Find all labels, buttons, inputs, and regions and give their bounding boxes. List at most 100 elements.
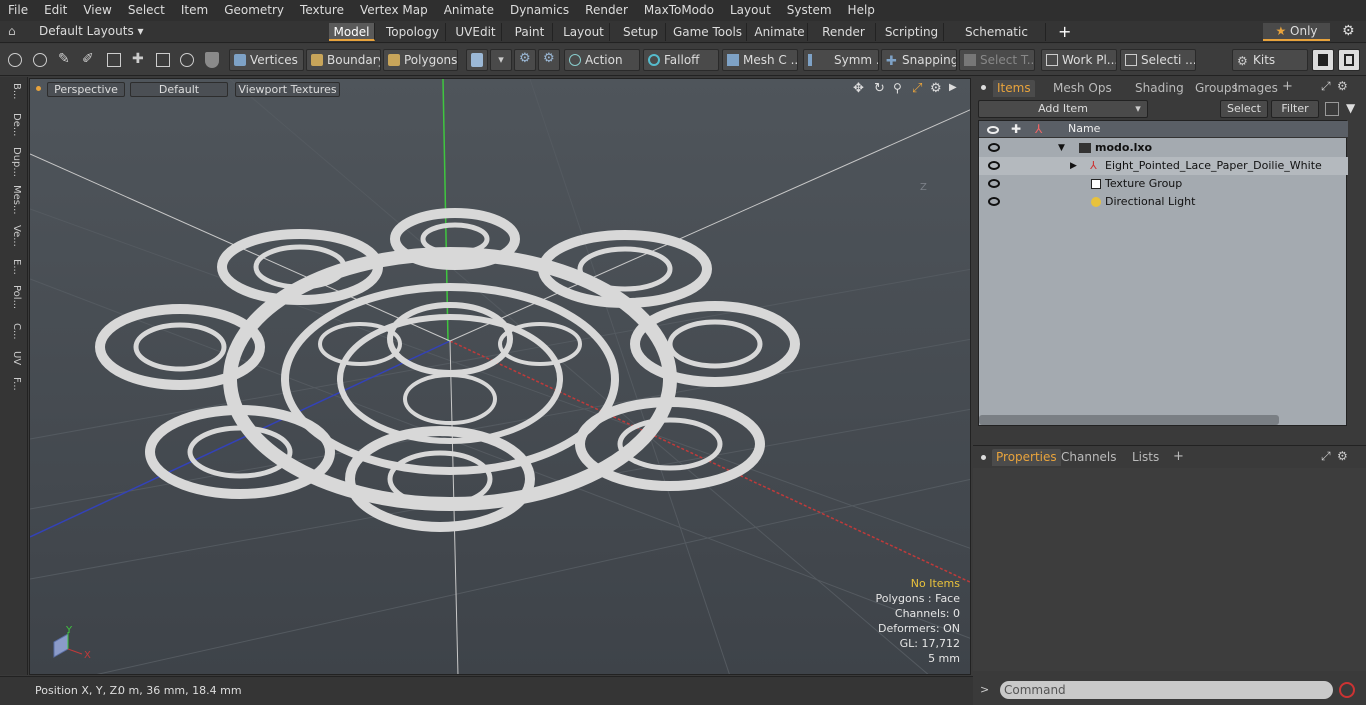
add-tab-button[interactable]: + xyxy=(1058,22,1071,41)
selection-sets-button[interactable]: Selecti ... xyxy=(1120,49,1196,71)
rotate-view-icon[interactable]: ↻ xyxy=(874,81,885,96)
funnel-icon[interactable]: ▼ xyxy=(1346,101,1355,115)
viewport-textures-button[interactable]: Viewport Textures xyxy=(235,82,340,97)
gear-icon[interactable]: ⚙ xyxy=(1342,23,1355,39)
collapse-icon[interactable] xyxy=(1325,102,1339,116)
name-column-header[interactable]: Name xyxy=(1068,122,1100,135)
visibility-eye-icon[interactable] xyxy=(988,179,1000,188)
shield-icon[interactable] xyxy=(205,52,219,68)
snapping-button[interactable]: ✚ Snapping xyxy=(881,49,957,71)
menu-edit[interactable]: Edit xyxy=(36,0,75,21)
boundary-button[interactable]: Boundary xyxy=(306,49,381,71)
menu-help[interactable]: Help xyxy=(840,0,883,21)
work-plane-button[interactable]: Work Pl... xyxy=(1041,49,1117,71)
tab-uvedit[interactable]: UVEdit xyxy=(450,23,502,41)
props-menu-dot[interactable] xyxy=(981,455,986,460)
list-hscrollbar[interactable] xyxy=(979,415,1279,425)
radial-icon[interactable] xyxy=(180,53,194,67)
vertices-button[interactable]: Vertices xyxy=(229,49,304,71)
menu-select[interactable]: Select xyxy=(120,0,173,21)
tab-layout[interactable]: Layout xyxy=(558,23,610,41)
list-item[interactable]: ▶ ⅄ Eight_Pointed_Lace_Paper_Doilie_White xyxy=(979,157,1348,175)
panel-expand-icon[interactable]: ⤢ xyxy=(1321,79,1331,94)
mesh-constraints-button[interactable]: Mesh C ... xyxy=(722,49,798,71)
props-tab-properties[interactable]: Properties xyxy=(992,449,1061,466)
menu-file[interactable]: File xyxy=(0,0,36,21)
tab-model[interactable]: Model xyxy=(329,23,375,41)
viewport-gear-icon[interactable]: ⚙ xyxy=(930,81,942,96)
visibility-eye-icon[interactable] xyxy=(988,161,1000,170)
left-tab-8[interactable]: UV xyxy=(4,351,22,365)
menu-view[interactable]: View xyxy=(75,0,119,21)
menu-texture[interactable]: Texture xyxy=(292,0,352,21)
items-tab-items[interactable]: Items xyxy=(993,80,1035,97)
left-tab-5[interactable]: E... xyxy=(4,259,22,275)
tab-topology[interactable]: Topology xyxy=(380,23,446,41)
filter-button[interactable]: Filter xyxy=(1271,100,1319,118)
menu-layout[interactable]: Layout xyxy=(722,0,779,21)
perspective-button[interactable]: Perspective xyxy=(47,82,125,97)
select-button[interactable]: Select xyxy=(1220,100,1268,118)
add-panel-tab[interactable]: + xyxy=(1282,79,1293,94)
transform-icon[interactable]: ✚ xyxy=(132,51,144,67)
3d-viewport[interactable]: Y X Z Perspective Default Viewport Textu… xyxy=(29,78,971,675)
viewport-expand-icon[interactable]: ▶ xyxy=(949,82,957,93)
left-tab-6[interactable]: Pol... xyxy=(4,285,22,309)
only-toggle[interactable]: ★ Only xyxy=(1263,23,1330,41)
props-tab-channels[interactable]: Channels xyxy=(1057,449,1121,466)
list-item[interactable]: Directional Light xyxy=(979,193,1348,211)
move-view-icon[interactable]: ✥ xyxy=(853,81,864,96)
menu-maxtomodo[interactable]: MaxToModo xyxy=(636,0,722,21)
material-dropdown[interactable]: ▾ xyxy=(490,49,512,71)
tab-scripting[interactable]: Scripting xyxy=(880,23,944,41)
pen-icon[interactable]: ✎ xyxy=(58,51,70,67)
falloff-button[interactable]: Falloff xyxy=(643,49,719,71)
default-layouts-dropdown[interactable]: Default Layouts ▾ xyxy=(39,24,144,38)
polygons-button[interactable]: Polygons xyxy=(383,49,458,71)
items-tab-shading[interactable]: Shading xyxy=(1131,80,1188,97)
tab-schematic-fusion[interactable]: Schematic Fusion xyxy=(948,23,1046,57)
tab-render[interactable]: Render xyxy=(812,23,876,41)
maximize-view-icon[interactable]: ⤢ xyxy=(912,81,922,96)
command-record-icon[interactable] xyxy=(1339,682,1355,698)
add-item-button[interactable]: Add Item xyxy=(978,100,1148,118)
select-through-button[interactable]: Select T... xyxy=(959,49,1035,71)
action-button[interactable]: Action xyxy=(564,49,640,71)
menu-render[interactable]: Render xyxy=(577,0,636,21)
add-props-tab[interactable]: + xyxy=(1173,449,1184,464)
left-tab-0[interactable]: B... xyxy=(4,83,22,99)
command-input[interactable]: Command xyxy=(1000,681,1333,699)
tab-animate[interactable]: Animate xyxy=(752,23,808,41)
left-tab-2[interactable]: Dup... xyxy=(4,147,22,177)
left-tab-3[interactable]: Mes... xyxy=(4,185,22,215)
left-tab-7[interactable]: C... xyxy=(4,323,22,340)
menu-animate[interactable]: Animate xyxy=(436,0,502,21)
props-tab-lists[interactable]: Lists xyxy=(1128,449,1163,466)
expand-arrow-icon[interactable]: ▼ xyxy=(1058,139,1065,157)
menu-system[interactable]: System xyxy=(779,0,840,21)
visibility-eye-icon[interactable] xyxy=(988,143,1000,152)
add-item-dropdown[interactable]: ▾ xyxy=(1130,101,1146,117)
symmetry-button[interactable]: Symm ... xyxy=(803,49,879,71)
menu-geometry[interactable]: Geometry xyxy=(216,0,292,21)
items-tab-mesh-ops[interactable]: Mesh Ops xyxy=(1049,80,1116,97)
items-tab-images[interactable]: Images xyxy=(1230,80,1282,97)
tab-game-tools[interactable]: Game Tools xyxy=(669,23,747,41)
layers-icon[interactable] xyxy=(107,53,121,67)
box-icon[interactable] xyxy=(156,53,170,67)
default-shading-button[interactable]: Default xyxy=(130,82,228,97)
left-tab-9[interactable]: F... xyxy=(4,377,22,391)
tab-paint[interactable]: Paint xyxy=(507,23,553,41)
viewport-menu-dot[interactable] xyxy=(36,86,41,91)
brush-icon[interactable]: ✐ xyxy=(82,51,94,67)
panel-gear-icon[interactable]: ⚙ xyxy=(1337,79,1348,93)
circle-select-icon[interactable] xyxy=(8,53,22,67)
list-item[interactable]: Texture Group xyxy=(979,175,1348,193)
globe-icon[interactable] xyxy=(33,53,47,67)
material-button[interactable] xyxy=(466,49,488,71)
unity-button[interactable] xyxy=(1338,49,1360,71)
props-gear-icon[interactable]: ⚙ xyxy=(1337,449,1348,463)
panel-menu-dot[interactable] xyxy=(981,85,986,90)
home-icon[interactable]: ⌂ xyxy=(8,24,16,38)
kits-button[interactable]: ⚙ Kits xyxy=(1232,49,1308,71)
